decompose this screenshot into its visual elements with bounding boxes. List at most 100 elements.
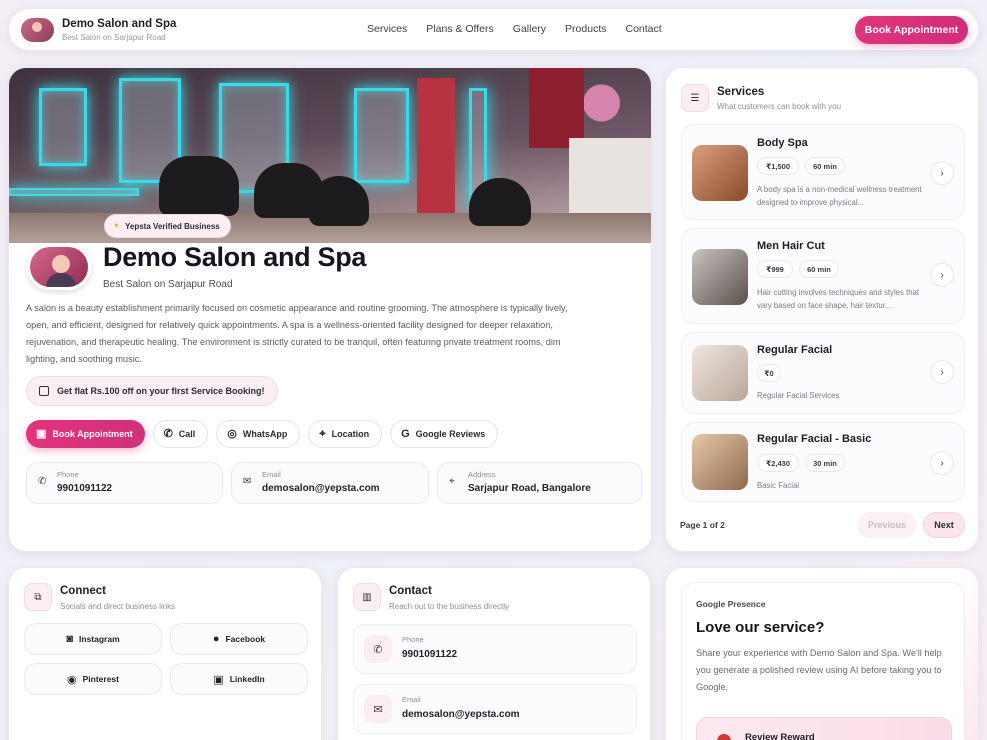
whatsapp-button[interactable]: ◎ WhatsApp bbox=[216, 420, 301, 448]
chevron-right-icon[interactable]: › bbox=[930, 263, 954, 287]
service-item-regular-facial-basic[interactable]: Regular Facial - Basic ₹2,430 30 min Bas… bbox=[681, 422, 965, 502]
services-title: Services bbox=[717, 86, 765, 98]
nav-gallery[interactable]: Gallery bbox=[513, 23, 546, 35]
address-value: Sarjapur Road, Bangalore bbox=[468, 483, 591, 494]
phone-icon: ✆ bbox=[163, 427, 173, 440]
google-reviews-label: Google Reviews bbox=[415, 429, 486, 439]
business-subtitle: Best Salon on Sarjapur Road bbox=[103, 279, 233, 290]
review-reward-button[interactable]: Review Reward bbox=[696, 717, 952, 740]
top-header: Demo Salon and Spa Best Salon on Sarjapu… bbox=[8, 8, 979, 51]
chevron-right-icon[interactable]: › bbox=[930, 451, 954, 475]
contact-phone-label: Phone bbox=[402, 635, 424, 644]
mail-icon: ✉ bbox=[364, 695, 392, 723]
phone-info[interactable]: ✆ Phone 9901091122 bbox=[26, 462, 223, 504]
brand-title: Demo Salon and Spa bbox=[62, 17, 177, 30]
google-reviews-button[interactable]: G Google Reviews bbox=[390, 420, 499, 448]
profile-card: ✦ Yepsta Verified Business Demo Salon an… bbox=[8, 67, 652, 552]
service-duration: 60 min bbox=[799, 260, 839, 278]
service-price: ₹999 bbox=[757, 260, 793, 278]
pinterest-label: Pinterest bbox=[82, 674, 119, 684]
email-label: Email bbox=[262, 470, 281, 479]
chevron-right-icon[interactable]: › bbox=[930, 161, 954, 185]
service-price: ₹2,430 bbox=[757, 454, 799, 472]
services-card: ☰ Services What customers can book with … bbox=[665, 67, 979, 552]
regular-facial-basic-image bbox=[692, 434, 748, 490]
instagram-label: Instagram bbox=[79, 634, 120, 644]
service-name: Regular Facial bbox=[757, 344, 833, 356]
service-item-men-hair-cut[interactable]: Men Hair Cut ₹999 60 min Hair cutting in… bbox=[681, 228, 965, 324]
contact-email[interactable]: ✉ Email demosalon@yepsta.com bbox=[353, 684, 637, 734]
location-pin-icon: ⌖ bbox=[449, 476, 455, 487]
location-label: Location bbox=[331, 429, 370, 439]
address-label: Address bbox=[468, 470, 496, 479]
services-subtitle: What customers can book with you bbox=[717, 102, 842, 111]
contact-phone-value: 9901091122 bbox=[402, 649, 458, 660]
book-appointment-header-button[interactable]: Book Appointment bbox=[855, 16, 968, 44]
offer-icon bbox=[39, 386, 49, 396]
sparkle-icon: ✦ bbox=[113, 221, 120, 230]
book-appointment-label: Book Appointment bbox=[52, 429, 133, 439]
email-value: demosalon@yepsta.com bbox=[262, 483, 380, 494]
chevron-right-icon[interactable]: › bbox=[930, 360, 954, 384]
google-presence-panel: Google Presence Love our service? Share … bbox=[681, 582, 965, 740]
book-appointment-button[interactable]: ▣ Book Appointment bbox=[26, 420, 145, 448]
call-button[interactable]: ✆ Call bbox=[152, 420, 209, 448]
service-description: Regular Facial Services bbox=[757, 391, 840, 400]
offer-banner[interactable]: Get flat Rs.100 off on your first Servic… bbox=[26, 376, 278, 406]
contact-email-value: demosalon@yepsta.com bbox=[402, 709, 520, 720]
service-price: ₹0 bbox=[757, 364, 781, 382]
phone-icon: ✆ bbox=[364, 635, 392, 663]
business-title: Demo Salon and Spa bbox=[103, 242, 367, 272]
trash-icon: ▥ bbox=[353, 583, 381, 611]
brand-logo[interactable] bbox=[21, 17, 54, 42]
business-description: A salon is a beauty establishment primar… bbox=[26, 303, 568, 364]
service-price: ₹1,500 bbox=[757, 157, 799, 175]
review-reward-label: Review Reward bbox=[745, 732, 815, 740]
salon-banner-image bbox=[9, 68, 651, 243]
location-pin-icon: ⌖ bbox=[319, 427, 326, 440]
phone-value: 9901091122 bbox=[57, 483, 113, 494]
google-kicker: Google Presence bbox=[696, 599, 766, 609]
mail-icon: ✉ bbox=[243, 476, 252, 487]
body-spa-image bbox=[692, 145, 748, 201]
service-item-regular-facial[interactable]: Regular Facial ₹0 Regular Facial Service… bbox=[681, 332, 965, 414]
facebook-link[interactable]: ● Facebook bbox=[170, 623, 308, 655]
regular-facial-image bbox=[692, 345, 748, 401]
linkedin-icon: ▣ bbox=[213, 673, 224, 686]
contact-email-label: Email bbox=[402, 695, 421, 704]
google-text: Share your experience with Demo Salon an… bbox=[696, 648, 942, 692]
offer-text: Get flat Rs.100 off on your first Servic… bbox=[57, 386, 265, 396]
address-info[interactable]: ⌖ Address Sarjapur Road, Bangalore bbox=[437, 462, 642, 504]
contact-phone[interactable]: ✆ Phone 9901091122 bbox=[353, 624, 637, 674]
instagram-icon: ◙ bbox=[66, 633, 74, 645]
nav-products[interactable]: Products bbox=[565, 23, 606, 35]
location-button[interactable]: ⌖ Location bbox=[308, 420, 383, 448]
service-description: A body spa is a non-medical wellness tre… bbox=[757, 185, 922, 207]
service-name: Regular Facial - Basic bbox=[757, 433, 872, 445]
main-nav: Services Plans & Offers Gallery Products… bbox=[367, 23, 681, 35]
facebook-icon: ● bbox=[212, 633, 220, 645]
previous-button[interactable]: Previous bbox=[857, 512, 917, 538]
connect-title: Connect bbox=[60, 585, 106, 597]
men-hair-cut-image bbox=[692, 249, 748, 305]
contact-card: ▥ Contact Reach out to the business dire… bbox=[337, 567, 651, 740]
page-indicator: Page 1 of 2 bbox=[680, 520, 725, 530]
next-button[interactable]: Next bbox=[923, 512, 965, 538]
instagram-link[interactable]: ◙ Instagram bbox=[24, 623, 162, 655]
service-item-body-spa[interactable]: Body Spa ₹1,500 60 min A body spa is a n… bbox=[681, 124, 965, 220]
linkedin-link[interactable]: ▣ LinkedIn bbox=[170, 663, 308, 695]
brand[interactable]: Demo Salon and Spa Best Salon on Sarjapu… bbox=[62, 18, 176, 42]
email-info[interactable]: ✉ Email demosalon@yepsta.com bbox=[231, 462, 429, 504]
pinterest-icon: ◉ bbox=[67, 673, 77, 686]
google-presence-card: Google Presence Love our service? Share … bbox=[665, 567, 979, 740]
contact-subtitle: Reach out to the business directly bbox=[389, 602, 510, 611]
whatsapp-label: WhatsApp bbox=[242, 429, 288, 439]
nav-plans-offers[interactable]: Plans & Offers bbox=[426, 23, 494, 35]
nav-services[interactable]: Services bbox=[367, 23, 407, 35]
list-icon: ☰ bbox=[681, 84, 709, 112]
phone-label: Phone bbox=[57, 470, 79, 479]
call-label: Call bbox=[178, 429, 196, 439]
service-duration: 60 min bbox=[805, 157, 845, 175]
pinterest-link[interactable]: ◉ Pinterest bbox=[24, 663, 162, 695]
nav-contact[interactable]: Contact bbox=[625, 23, 661, 35]
